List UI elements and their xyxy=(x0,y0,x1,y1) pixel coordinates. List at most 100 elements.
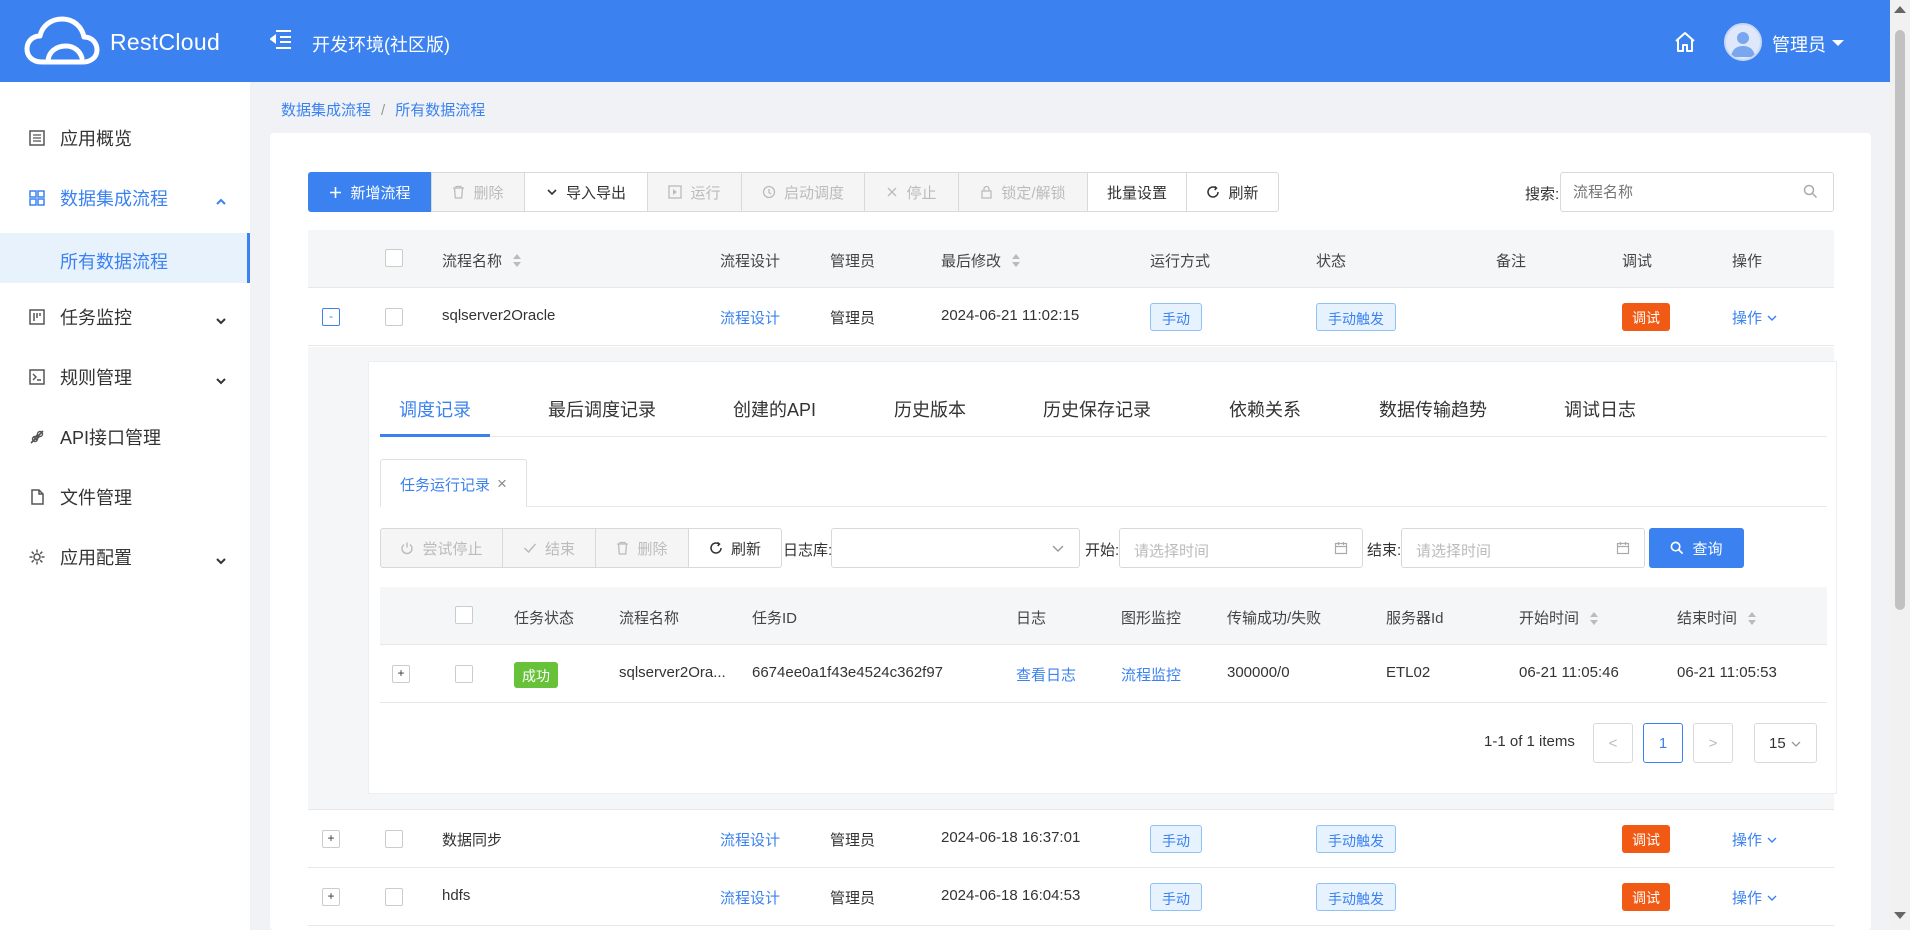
sidebar-item-task-monitor[interactable]: 任务监控 xyxy=(0,288,250,346)
run-label: 运行 xyxy=(690,184,721,202)
search-icon[interactable] xyxy=(1803,184,1818,203)
tab-save-history[interactable]: 历史保存记录 xyxy=(1043,396,1151,422)
page-1-button[interactable]: 1 xyxy=(1643,723,1683,763)
try-stop-button[interactable]: 尝试停止 xyxy=(380,528,503,568)
breadcrumb-current[interactable]: 所有数据流程 xyxy=(395,102,485,119)
action-dropdown[interactable]: 操作 xyxy=(1732,307,1778,328)
row-checkbox[interactable] xyxy=(385,308,403,326)
terminal-icon xyxy=(28,368,46,391)
search-input[interactable] xyxy=(1560,172,1834,212)
stop-button[interactable]: 停止 xyxy=(864,172,959,212)
sidebar-item-label: 数据集成流程 xyxy=(60,189,168,209)
delete-button[interactable]: 删除 xyxy=(431,172,525,212)
refresh-records-button[interactable]: 刷新 xyxy=(688,528,782,568)
home-icon[interactable] xyxy=(1673,30,1697,58)
start-time-picker[interactable]: 请选择时间 xyxy=(1119,528,1363,568)
expand-record-button[interactable]: + xyxy=(392,665,410,683)
avatar[interactable] xyxy=(1724,23,1762,61)
tab-transfer-trend[interactable]: 数据传输趋势 xyxy=(1379,396,1487,422)
menu-toggle-icon[interactable] xyxy=(269,29,292,53)
view-log-link[interactable]: 查看日志 xyxy=(1016,664,1076,685)
gear-icon xyxy=(28,548,46,571)
tab-created-api[interactable]: 创建的API xyxy=(733,396,816,422)
next-page-button[interactable]: > xyxy=(1693,723,1733,763)
delete-record-button[interactable]: 删除 xyxy=(595,528,689,568)
run-button[interactable]: 运行 xyxy=(647,172,742,212)
sidebar-item-label: 文件管理 xyxy=(60,488,132,508)
run-mode-tag: 手动 xyxy=(1150,883,1202,911)
sidebar-item-files[interactable]: 文件管理 xyxy=(0,468,250,526)
page-size-select[interactable]: 15 xyxy=(1754,723,1817,763)
user-name[interactable]: 管理员 xyxy=(1772,31,1826,57)
start-schedule-button[interactable]: 启动调度 xyxy=(741,172,865,212)
refresh-icon xyxy=(709,541,723,555)
row-checkbox[interactable] xyxy=(385,830,403,848)
scroll-thumb[interactable] xyxy=(1895,30,1905,610)
expand-row-button[interactable]: + xyxy=(322,830,340,848)
caret-down-icon[interactable] xyxy=(1832,40,1844,46)
sort-icon[interactable] xyxy=(1590,612,1598,626)
breadcrumb-parent[interactable]: 数据集成流程 xyxy=(281,102,371,119)
flow-monitor-link[interactable]: 流程监控 xyxy=(1121,664,1181,685)
action-dropdown[interactable]: 操作 xyxy=(1732,887,1778,908)
record-start-time: 06-21 11:05:46 xyxy=(1519,664,1619,681)
close-icon[interactable]: × xyxy=(497,474,507,494)
sidebar-subitem-all-flows[interactable]: 所有数据流程 xyxy=(0,233,250,283)
sidebar-item-api[interactable]: API接口管理 xyxy=(0,408,250,466)
scroll-up-icon[interactable] xyxy=(1894,6,1906,13)
debug-button[interactable]: 调试 xyxy=(1622,303,1670,331)
add-flow-label: 新增流程 xyxy=(350,184,411,202)
sidebar-item-label: 规则管理 xyxy=(60,368,132,388)
chevron-down-icon xyxy=(1767,315,1777,321)
brand-name: RestCloud xyxy=(110,28,221,55)
page-scrollbar[interactable] xyxy=(1890,0,1910,930)
tab-schedule-records[interactable]: 调度记录 xyxy=(399,396,471,422)
refresh-button[interactable]: 刷新 xyxy=(1186,172,1279,212)
prev-page-button[interactable]: < xyxy=(1593,723,1633,763)
column-header-graph: 图形监控 xyxy=(1121,610,1182,627)
expand-row-button[interactable]: + xyxy=(322,888,340,906)
flow-design-link[interactable]: 流程设计 xyxy=(720,887,780,908)
refresh-label: 刷新 xyxy=(1228,184,1259,202)
sidebar-item-data-flow[interactable]: 数据集成流程 xyxy=(0,169,250,227)
action-dropdown[interactable]: 操作 xyxy=(1732,829,1778,850)
logo[interactable]: RestCloud xyxy=(24,16,220,68)
sidebar-item-overview[interactable]: 应用概览 xyxy=(0,109,250,167)
record-checkbox[interactable] xyxy=(455,665,473,683)
tab-debug-log[interactable]: 调试日志 xyxy=(1564,396,1636,422)
end-time-picker[interactable]: 请选择时间 xyxy=(1401,528,1645,568)
sidebar: 应用概览 数据集成流程 所有数据流程 任务监控 规则管理 API接口管理 文件管… xyxy=(0,82,250,930)
debug-button[interactable]: 调试 xyxy=(1622,825,1670,853)
collapse-row-button[interactable]: - xyxy=(322,308,340,326)
sort-icon[interactable] xyxy=(1012,254,1020,268)
row-checkbox[interactable] xyxy=(385,888,403,906)
scroll-down-icon[interactable] xyxy=(1894,912,1906,919)
debug-button[interactable]: 调试 xyxy=(1622,883,1670,911)
success-badge: 成功 xyxy=(514,662,558,688)
query-button[interactable]: 查询 xyxy=(1649,528,1744,568)
flow-design-link[interactable]: 流程设计 xyxy=(720,307,780,328)
sidebar-item-app-config[interactable]: 应用配置 xyxy=(0,528,250,586)
lock-unlock-button[interactable]: 锁定/解锁 xyxy=(958,172,1088,212)
select-all-records-checkbox[interactable] xyxy=(455,606,473,624)
sort-icon[interactable] xyxy=(1748,612,1756,626)
finish-button[interactable]: 结束 xyxy=(502,528,596,568)
subtab-label[interactable]: 任务运行记录 xyxy=(400,474,490,495)
import-export-button[interactable]: 导入导出 xyxy=(524,172,648,212)
sidebar-item-rules[interactable]: 规则管理 xyxy=(0,348,250,406)
batch-settings-button[interactable]: 批量设置 xyxy=(1087,172,1187,212)
select-all-checkbox[interactable] xyxy=(385,249,403,267)
tab-dependencies[interactable]: 依赖关系 xyxy=(1229,396,1301,422)
column-header-server: 服务器Id xyxy=(1386,610,1444,627)
column-header-flow-name: 流程名称 xyxy=(619,610,680,627)
add-flow-button[interactable]: 新增流程 xyxy=(308,172,432,212)
flow-design-link[interactable]: 流程设计 xyxy=(720,829,780,850)
sort-icon[interactable] xyxy=(513,254,521,268)
batch-settings-label: 批量设置 xyxy=(1106,184,1167,202)
power-icon xyxy=(400,541,414,555)
run-mode-tag: 手动 xyxy=(1150,303,1202,331)
log-db-select[interactable] xyxy=(831,528,1080,568)
tab-history-versions[interactable]: 历史版本 xyxy=(894,396,966,422)
tab-last-schedule[interactable]: 最后调度记录 xyxy=(548,396,656,422)
status-tag: 手动触发 xyxy=(1316,883,1396,911)
